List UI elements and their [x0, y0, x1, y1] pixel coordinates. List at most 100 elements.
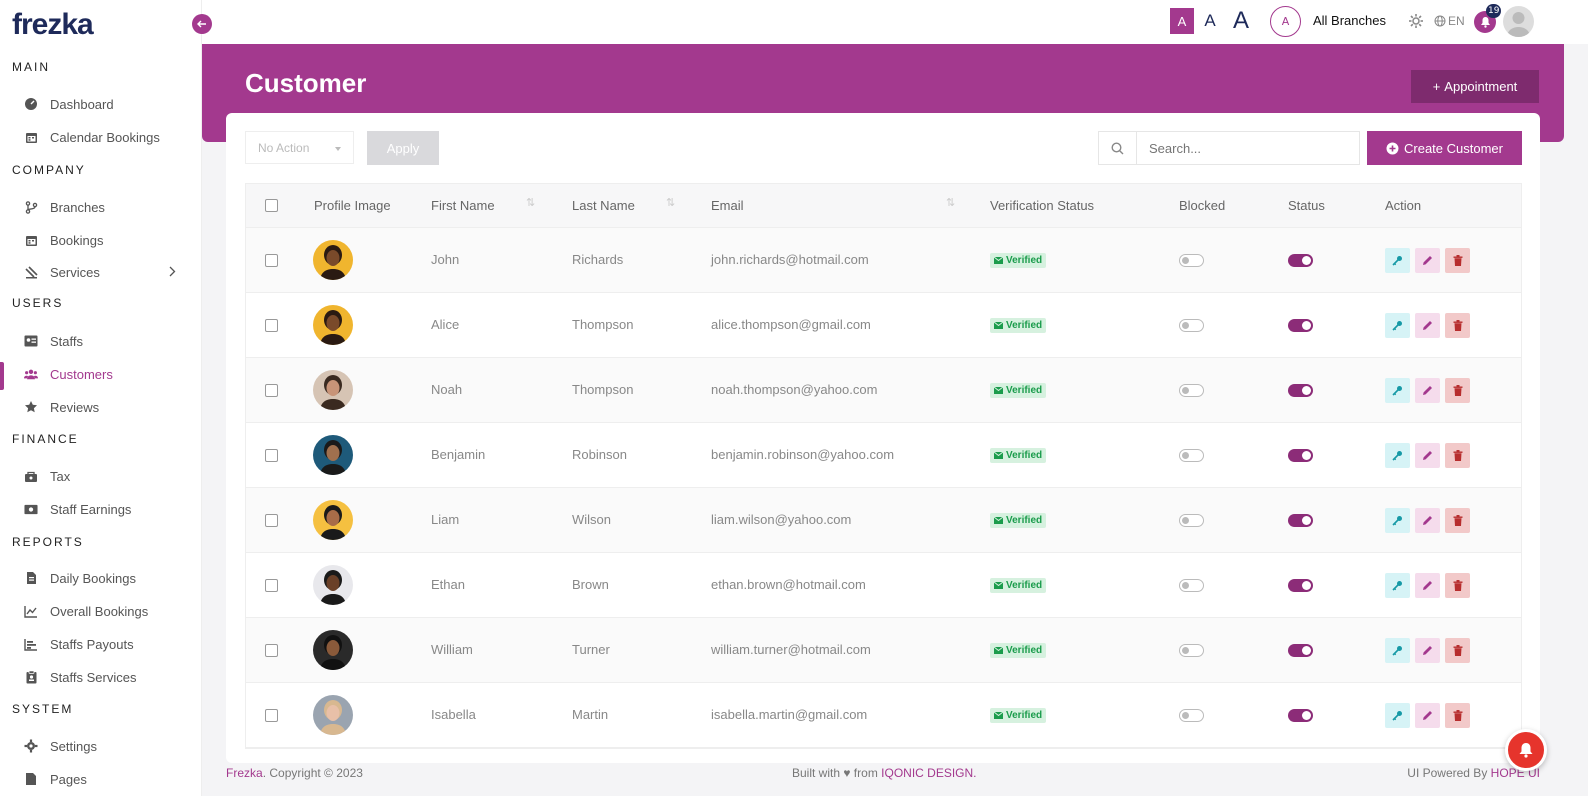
- change-password-button[interactable]: [1385, 378, 1410, 403]
- blocked-toggle[interactable]: [1179, 449, 1204, 462]
- row-checkbox[interactable]: [265, 644, 278, 657]
- customer-card: No Action Apply Create Customer Profile …: [226, 113, 1540, 763]
- edit-button[interactable]: [1415, 313, 1440, 338]
- chevron-right-icon[interactable]: [169, 265, 176, 280]
- edit-button[interactable]: [1415, 638, 1440, 663]
- row-checkbox[interactable]: [265, 579, 278, 592]
- blocked-toggle[interactable]: [1179, 579, 1204, 592]
- delete-button[interactable]: [1445, 703, 1470, 728]
- sidebar-item-reviews[interactable]: Reviews: [0, 393, 201, 421]
- sort-icon[interactable]: ⇅: [666, 196, 675, 209]
- delete-button[interactable]: [1445, 508, 1470, 533]
- sidebar-item-settings[interactable]: Settings: [0, 732, 201, 760]
- edit-button[interactable]: [1415, 248, 1440, 273]
- blocked-toggle[interactable]: [1179, 384, 1204, 397]
- sidebar-item-overall-bookings[interactable]: Overall Bookings: [0, 597, 201, 625]
- change-password-button[interactable]: [1385, 313, 1410, 338]
- sidebar-item-staffs[interactable]: Staffs: [0, 327, 201, 355]
- edit-button[interactable]: [1415, 508, 1440, 533]
- user-avatar[interactable]: [1503, 6, 1534, 37]
- collapse-sidebar-button[interactable]: [192, 14, 212, 34]
- settings-gear-button[interactable]: [1408, 13, 1424, 29]
- chat-support-button[interactable]: [1505, 729, 1547, 771]
- edit-button[interactable]: [1415, 443, 1440, 468]
- footer-iqonic-link[interactable]: IQONIC DESIGN.: [881, 766, 976, 780]
- sidebar-item-bookings[interactable]: Bookings: [0, 226, 201, 254]
- column-header-status: Status: [1288, 198, 1325, 213]
- blocked-toggle[interactable]: [1179, 644, 1204, 657]
- delete-button[interactable]: [1445, 248, 1470, 273]
- blocked-toggle[interactable]: [1179, 514, 1204, 527]
- row-checkbox[interactable]: [265, 514, 278, 527]
- font-size-large-button[interactable]: A: [1229, 7, 1253, 34]
- change-password-button[interactable]: [1385, 443, 1410, 468]
- status-toggle[interactable]: [1288, 709, 1313, 722]
- status-toggle[interactable]: [1288, 254, 1313, 267]
- gear-icon: [1409, 14, 1423, 28]
- verification-status-badge: Verified: [990, 643, 1047, 658]
- sidebar-item-staffs-services[interactable]: Staffs Services: [0, 663, 201, 691]
- sidebar-item-dashboard[interactable]: Dashboard: [0, 90, 201, 118]
- apply-button[interactable]: Apply: [367, 131, 439, 165]
- column-header-first-name[interactable]: First Name: [431, 198, 495, 213]
- delete-button[interactable]: [1445, 443, 1470, 468]
- status-toggle[interactable]: [1288, 449, 1313, 462]
- users-icon: [24, 367, 38, 381]
- sidebar-item-label: Overall Bookings: [50, 603, 149, 619]
- row-checkbox[interactable]: [265, 384, 278, 397]
- sidebar-item-pages[interactable]: Pages: [0, 765, 201, 793]
- app-logo[interactable]: frezka: [12, 8, 94, 42]
- branch-selector[interactable]: All Branches: [1313, 13, 1386, 28]
- edit-button[interactable]: [1415, 703, 1440, 728]
- blocked-toggle[interactable]: [1179, 709, 1204, 722]
- column-header-last-name[interactable]: Last Name: [572, 198, 635, 213]
- change-password-button[interactable]: [1385, 638, 1410, 663]
- search-input[interactable]: [1137, 132, 1359, 164]
- sort-icon[interactable]: ⇅: [946, 196, 955, 209]
- verification-status-badge: Verified: [990, 708, 1047, 723]
- status-toggle[interactable]: [1288, 644, 1313, 657]
- column-header-email[interactable]: Email: [711, 198, 744, 213]
- font-size-small-button[interactable]: A: [1170, 8, 1194, 34]
- change-password-button[interactable]: [1385, 508, 1410, 533]
- change-password-button[interactable]: [1385, 703, 1410, 728]
- sidebar-item-staffs-payouts[interactable]: Staffs Payouts: [0, 630, 201, 658]
- change-password-button[interactable]: [1385, 573, 1410, 598]
- status-toggle[interactable]: [1288, 579, 1313, 592]
- sidebar-item-branches[interactable]: Branches: [0, 193, 201, 221]
- delete-button[interactable]: [1445, 638, 1470, 663]
- blocked-toggle[interactable]: [1179, 319, 1204, 332]
- add-appointment-button[interactable]: + Appointment: [1411, 70, 1539, 103]
- create-customer-button[interactable]: Create Customer: [1367, 131, 1522, 165]
- sort-icon[interactable]: ⇅: [526, 196, 535, 209]
- sidebar-item-tax[interactable]: Tax: [0, 462, 201, 490]
- sidebar-item-daily-bookings[interactable]: Daily Bookings: [0, 564, 201, 592]
- row-checkbox[interactable]: [265, 319, 278, 332]
- row-checkbox[interactable]: [265, 709, 278, 722]
- select-all-checkbox[interactable]: [265, 199, 278, 212]
- language-selector[interactable]: EN: [1434, 14, 1465, 28]
- sidebar-item-label: Services: [50, 264, 100, 280]
- table-row: Isabella Martin isabella.martin@gmail.co…: [246, 683, 1521, 748]
- sidebar-item-services[interactable]: Services: [0, 258, 201, 286]
- sidebar-item-label: Tax: [50, 468, 71, 484]
- row-checkbox[interactable]: [265, 449, 278, 462]
- sidebar-item-calendar-bookings[interactable]: Calendar Bookings: [0, 123, 201, 151]
- footer-brand-link[interactable]: Frezka: [226, 766, 263, 780]
- edit-button[interactable]: [1415, 573, 1440, 598]
- delete-button[interactable]: [1445, 378, 1470, 403]
- blocked-toggle[interactable]: [1179, 254, 1204, 267]
- sidebar-item-staff-earnings[interactable]: Staff Earnings: [0, 495, 201, 523]
- edit-button[interactable]: [1415, 378, 1440, 403]
- status-toggle[interactable]: [1288, 319, 1313, 332]
- sidebar-item-customers[interactable]: Customers: [0, 360, 201, 390]
- delete-button[interactable]: [1445, 573, 1470, 598]
- branch-avatar[interactable]: A: [1270, 6, 1301, 37]
- font-size-medium-button[interactable]: A: [1201, 8, 1219, 34]
- status-toggle[interactable]: [1288, 514, 1313, 527]
- row-checkbox[interactable]: [265, 254, 278, 267]
- delete-button[interactable]: [1445, 313, 1470, 338]
- bulk-action-select[interactable]: No Action: [245, 131, 354, 164]
- change-password-button[interactable]: [1385, 248, 1410, 273]
- status-toggle[interactable]: [1288, 384, 1313, 397]
